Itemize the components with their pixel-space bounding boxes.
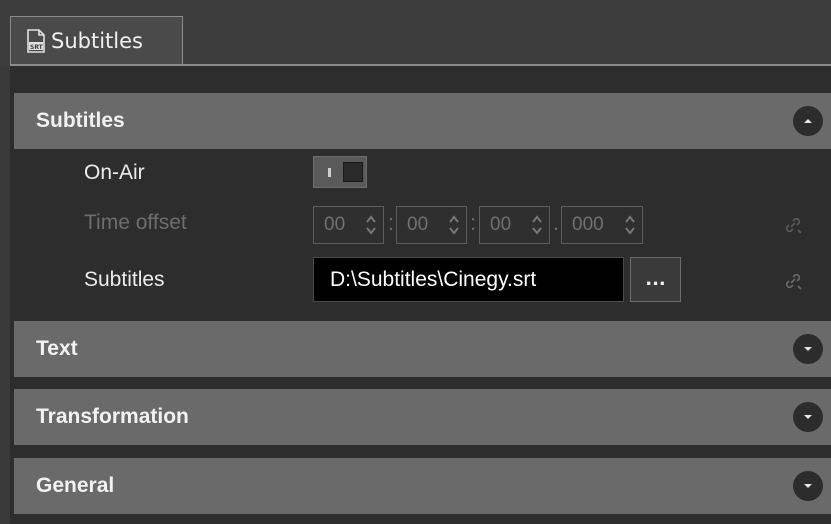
time-offset-seconds[interactable]: 00 (479, 206, 550, 244)
hours-value: 00 (324, 214, 346, 235)
section-title: Subtitles (36, 109, 125, 132)
tab-bar: SRT Subtitles (0, 0, 831, 66)
milliseconds-value: 000 (572, 214, 604, 235)
spinner-icon[interactable] (448, 213, 460, 237)
expand-down-icon[interactable] (793, 471, 823, 501)
time-offset-milliseconds[interactable]: 000 (561, 206, 643, 244)
link-icon[interactable] (782, 270, 804, 292)
expand-down-icon[interactable] (793, 402, 823, 432)
spinner-icon[interactable] (365, 213, 377, 237)
section-header-text[interactable]: Text (14, 321, 831, 377)
section-header-general[interactable]: General (14, 458, 831, 514)
on-air-toggle[interactable] (313, 156, 367, 188)
time-separator: : (388, 210, 395, 235)
collapse-up-icon[interactable] (793, 106, 823, 136)
section-title: Transformation (36, 405, 189, 428)
minutes-value: 00 (407, 214, 429, 235)
subtitles-file-value: D:\Subtitles\Cinegy.srt (330, 267, 537, 291)
time-offset-minutes[interactable]: 00 (396, 206, 467, 244)
subtitles-file-input[interactable]: D:\Subtitles\Cinegy.srt (313, 257, 624, 302)
link-icon[interactable] (782, 214, 804, 236)
on-air-label: On-Air (84, 161, 145, 184)
section-title: General (36, 474, 115, 497)
time-offset-hours[interactable]: 00 (313, 206, 384, 244)
tab-subtitles[interactable]: SRT Subtitles (10, 16, 183, 64)
expand-down-icon[interactable] (793, 334, 823, 364)
subtitles-file-label: Subtitles (84, 268, 165, 291)
time-separator: : (470, 210, 477, 235)
toggle-knob (343, 162, 363, 182)
browse-button[interactable]: ... (630, 257, 681, 302)
section-header-transformation[interactable]: Transformation (14, 389, 831, 445)
time-separator: . (553, 210, 560, 235)
spinner-icon[interactable] (531, 213, 543, 237)
spinner-icon[interactable] (624, 213, 636, 237)
subtitle-file-icon: SRT (27, 28, 45, 53)
time-offset-label: Time offset (84, 211, 187, 234)
section-header-subtitles[interactable]: Subtitles (14, 93, 831, 149)
svg-text:SRT: SRT (30, 44, 44, 51)
section-title: Text (36, 337, 78, 360)
tab-label: Subtitles (51, 28, 143, 53)
toggle-off-mark (328, 168, 331, 177)
seconds-value: 00 (490, 214, 512, 235)
